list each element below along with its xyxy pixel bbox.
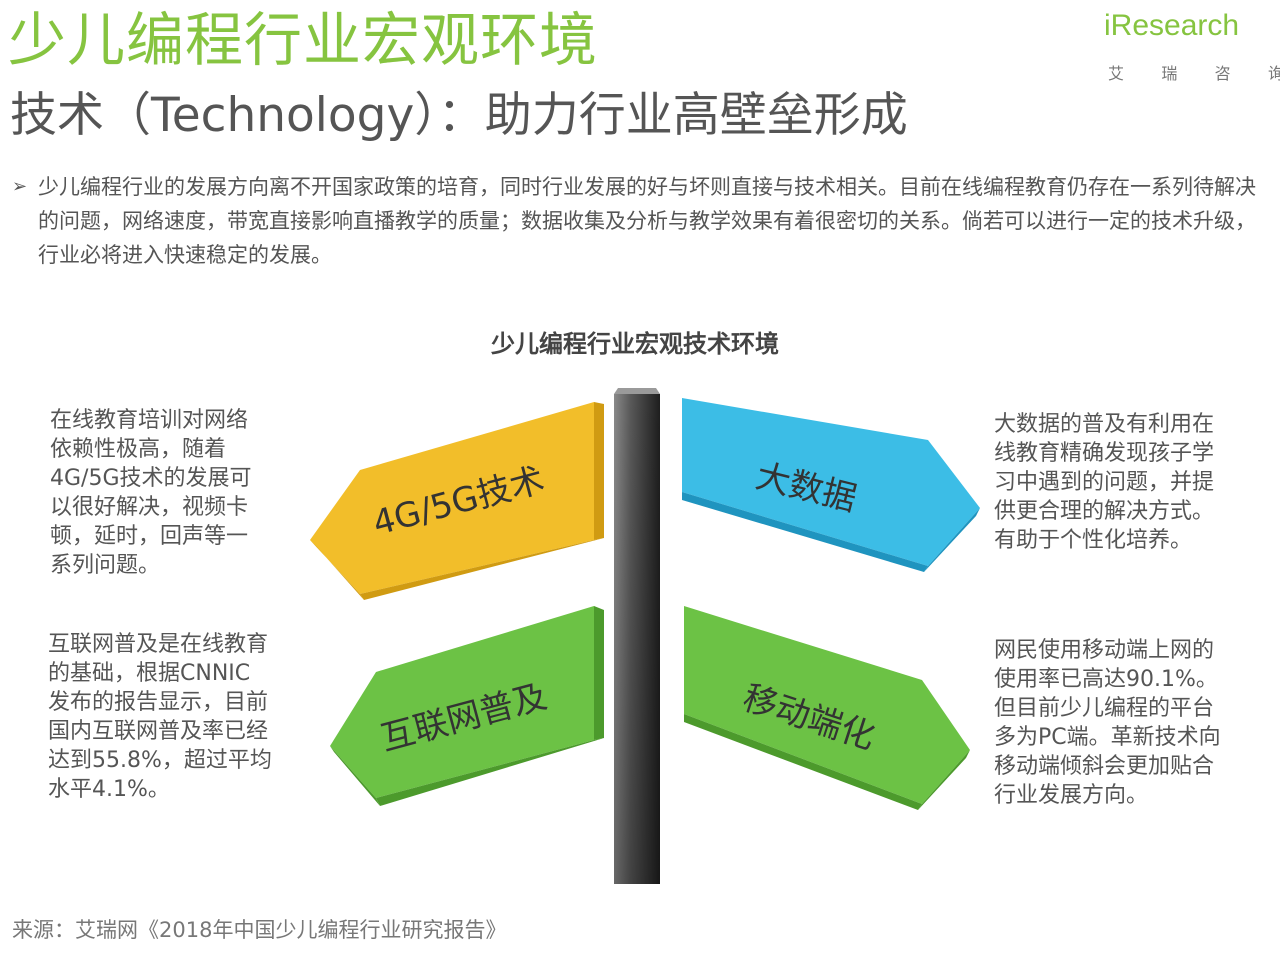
source-note: 来源：艾瑞网《2018年中国少儿编程行业研究报告》 — [12, 918, 507, 942]
signpost-pole — [614, 388, 660, 884]
desc-big-data: 大数据的普及有利用在线教育精确发现孩子学习中遇到的问题，并提供更合理的解决方式。… — [994, 412, 1215, 553]
desc-mobile: 网民使用移动端上网的使用率已高达90.1%。但目前少儿编程的平台多为PC端。革新… — [994, 638, 1221, 808]
desc-internet: 互联网普及是在线教育的基础，根据CNNIC发布的报告显示，目前国内互联网普及率已… — [48, 632, 272, 802]
desc-4g5g: 在线教育培训对网络依赖性极高，随着4G/5G技术的发展可以很好解决，视频卡顿，延… — [50, 408, 252, 578]
